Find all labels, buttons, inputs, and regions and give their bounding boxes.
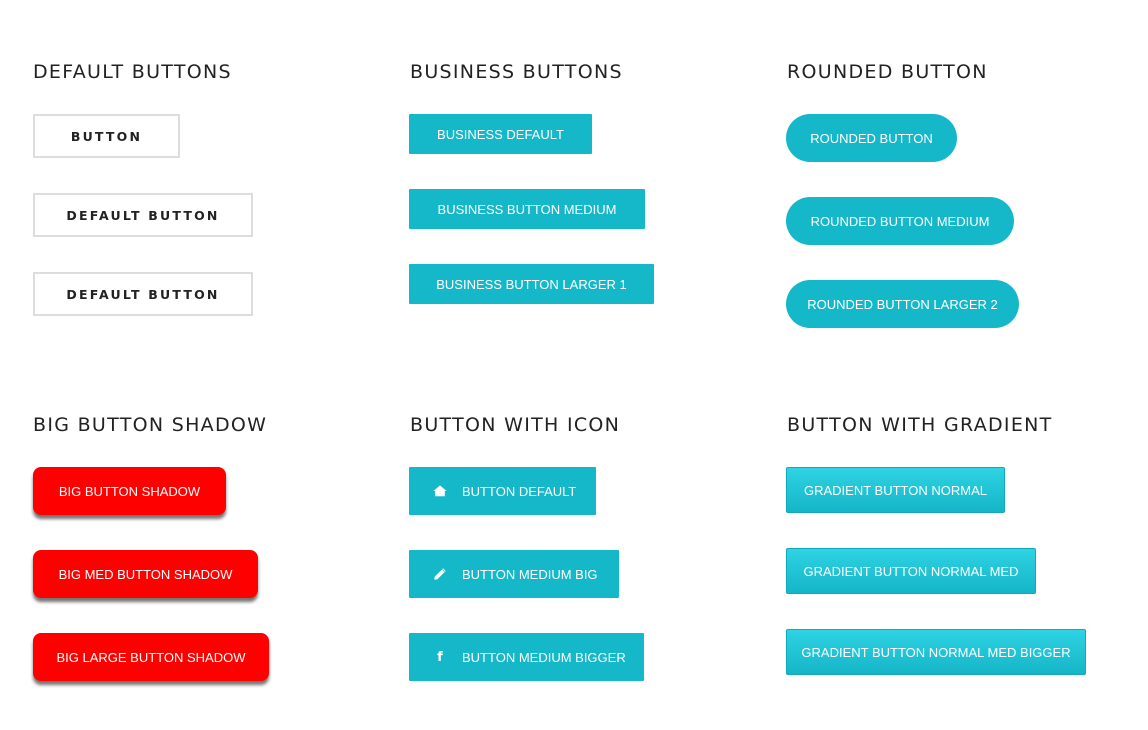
big-med-shadow-button[interactable]: BIG MED BUTTON SHADOW [33,550,258,598]
icon-button-medium-big[interactable]: BUTTON MEDIUM BIG [409,550,619,598]
section-title-rounded-button: ROUNDED BUTTON [787,61,988,83]
rounded-medium-button[interactable]: ROUNDED BUTTON MEDIUM [786,197,1014,245]
big-large-shadow-button[interactable]: BIG LARGE BUTTON SHADOW [33,633,269,681]
home-icon [433,484,447,498]
default-button-1[interactable]: BUTTON [33,114,180,158]
section-title-button-with-gradient: BUTTON WITH GRADIENT [787,414,1053,436]
section-title-button-with-icon: BUTTON WITH ICON [410,414,621,436]
gradient-button-normal-med-bigger[interactable]: GRADIENT BUTTON NORMAL MED BIGGER [786,629,1086,675]
business-medium-button[interactable]: BUSINESS BUTTON MEDIUM [409,189,645,229]
big-shadow-button[interactable]: BIG BUTTON SHADOW [33,467,226,515]
gradient-button-normal[interactable]: GRADIENT BUTTON NORMAL [786,467,1005,513]
rounded-button[interactable]: ROUNDED BUTTON [786,114,957,162]
section-title-big-button-shadow: BIG BUTTON SHADOW [33,414,268,436]
rounded-larger-button[interactable]: ROUNDED BUTTON LARGER 2 [786,280,1019,328]
icon-button-medium-big-label: BUTTON MEDIUM BIG [462,566,598,582]
section-title-business-buttons: BUSINESS BUTTONS [410,61,623,83]
business-larger-button[interactable]: BUSINESS BUTTON LARGER 1 [409,264,654,304]
default-button-3[interactable]: DEFAULT BUTTON [33,272,253,316]
icon-button-medium-bigger[interactable]: f BUTTON MEDIUM BIGGER [409,633,644,681]
facebook-icon: f [437,649,443,665]
icon-button-default-label: BUTTON DEFAULT [462,483,577,499]
gradient-button-normal-med[interactable]: GRADIENT BUTTON NORMAL MED [786,548,1036,594]
pencil-icon [433,567,447,581]
icon-button-medium-bigger-label: BUTTON MEDIUM BIGGER [462,649,626,665]
section-title-default-buttons: DEFAULT BUTTONS [33,61,232,83]
icon-button-default[interactable]: BUTTON DEFAULT [409,467,596,515]
default-button-2[interactable]: DEFAULT BUTTON [33,193,253,237]
business-default-button[interactable]: BUSINESS DEFAULT [409,114,592,154]
